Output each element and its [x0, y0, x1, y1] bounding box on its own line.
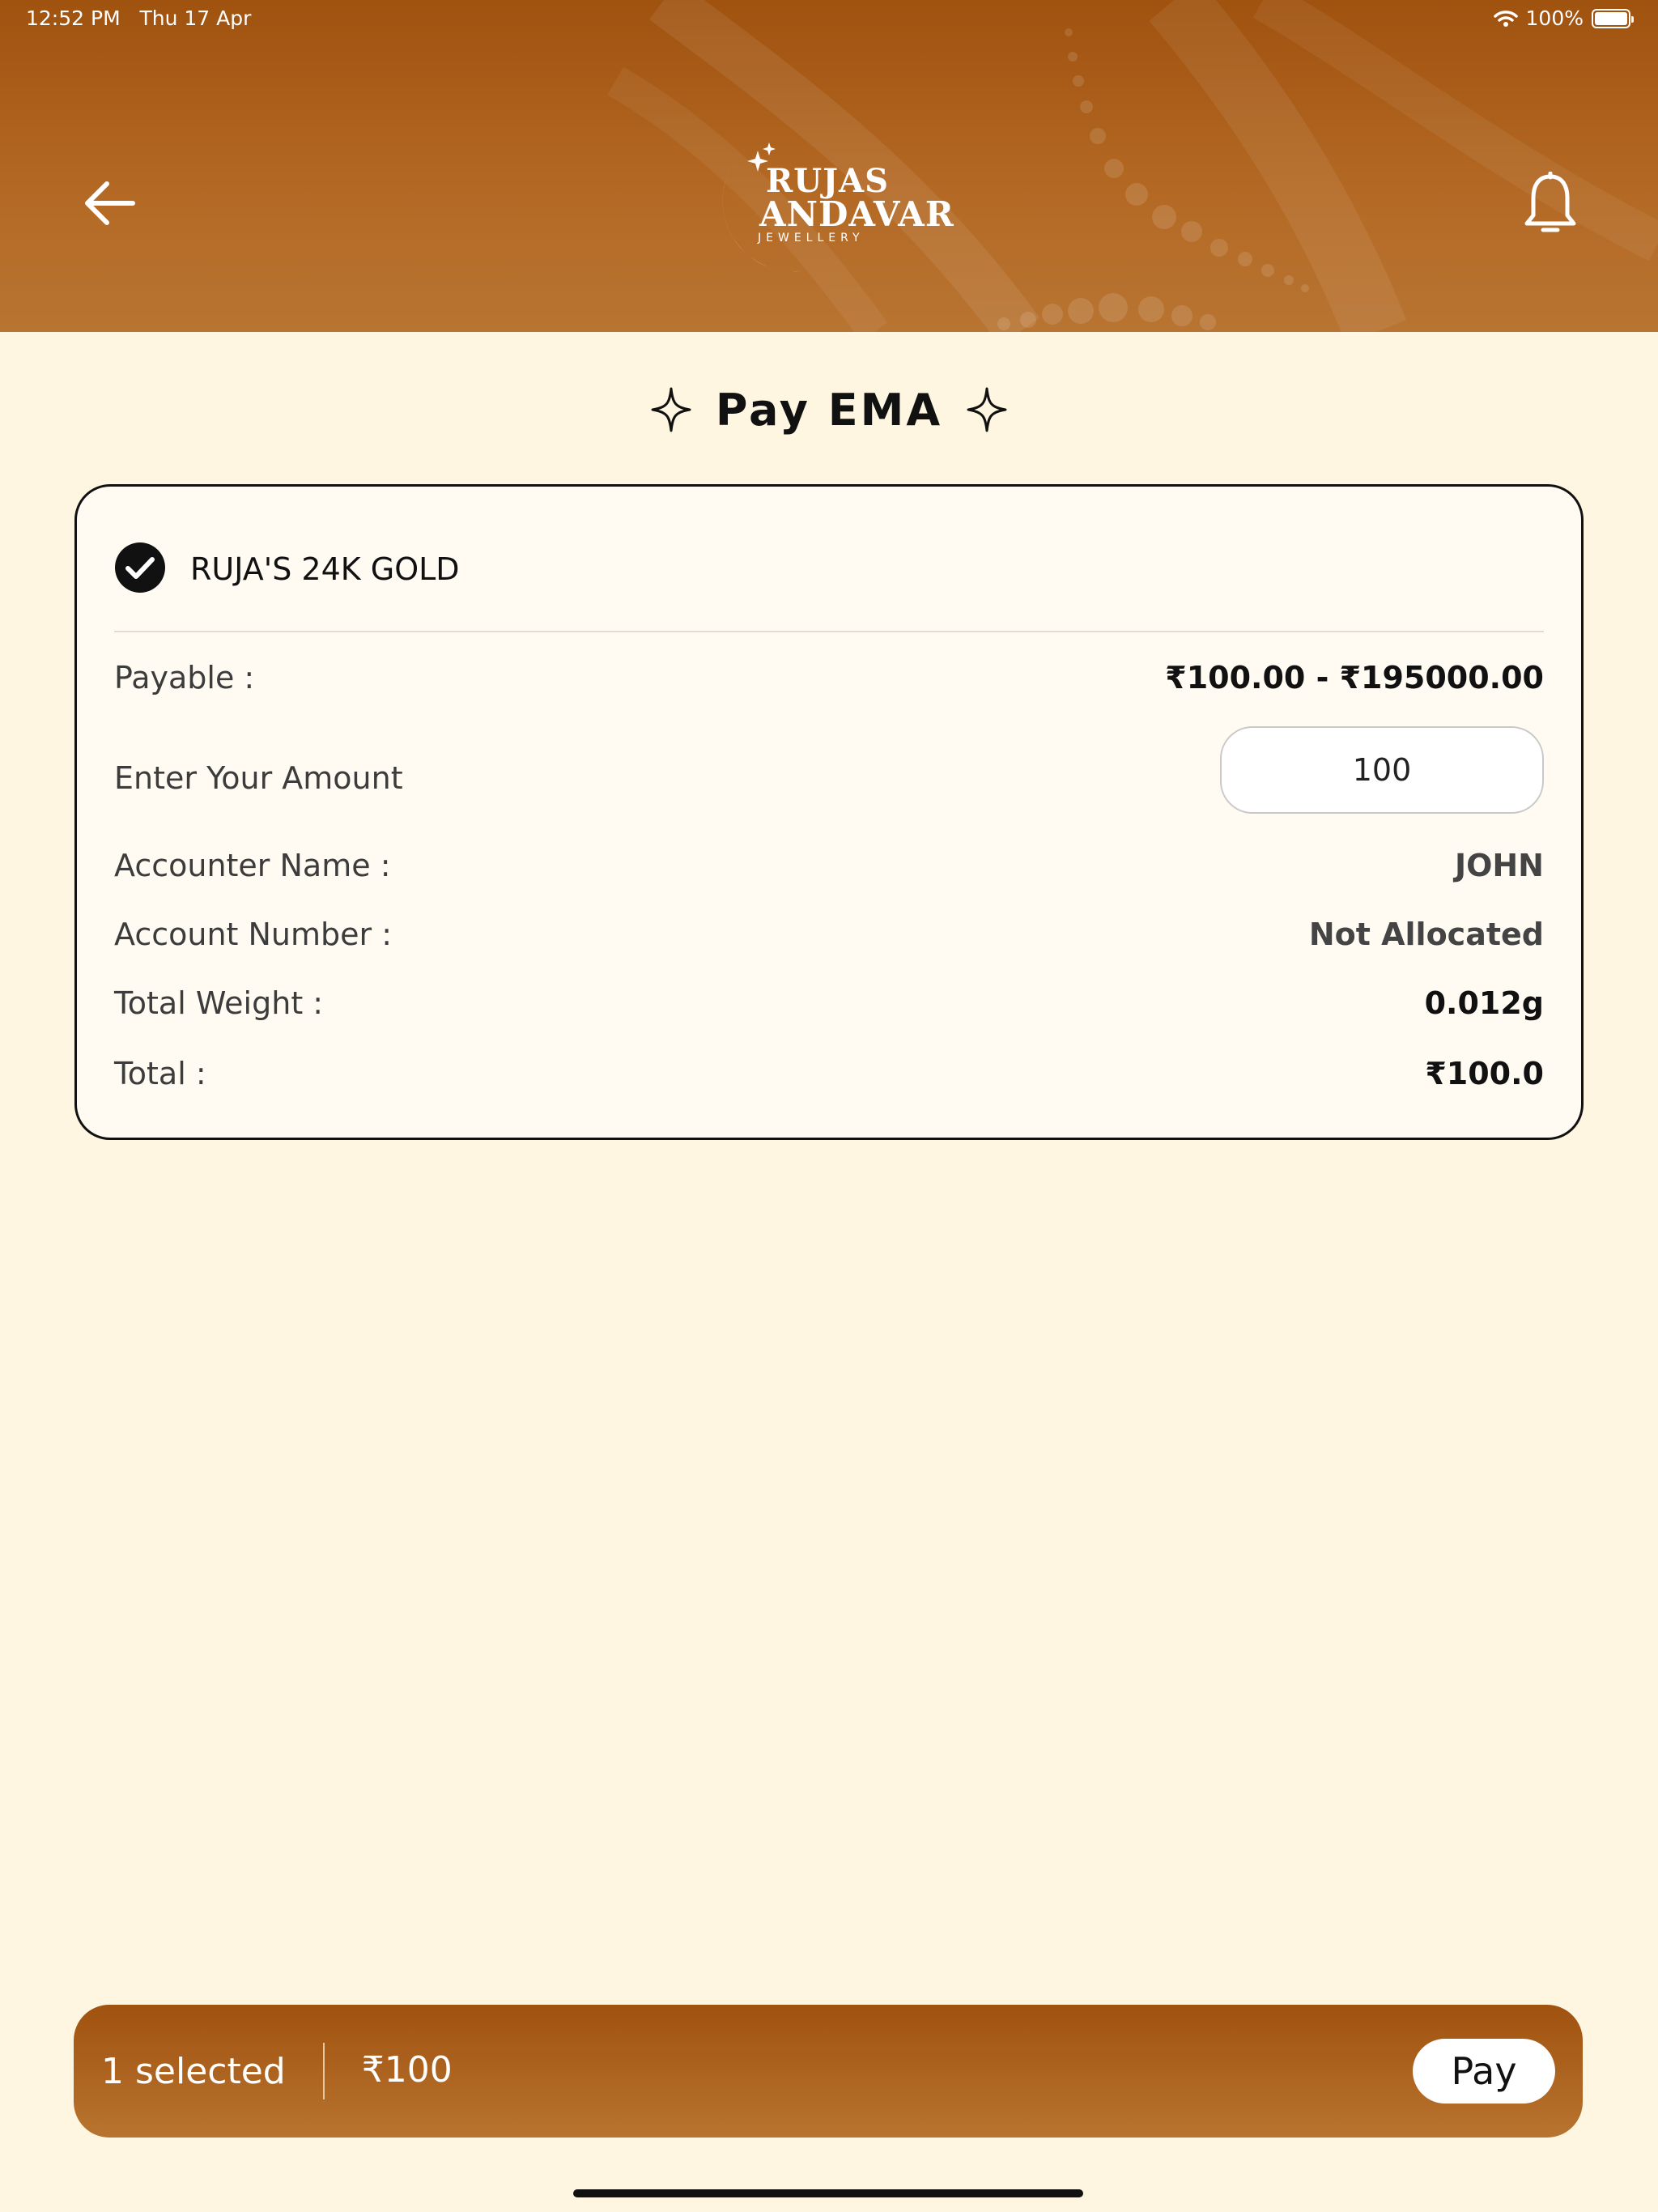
battery-percent: 100%: [1525, 6, 1584, 30]
status-time-text: 12:52 PM: [26, 6, 121, 30]
status-date-text: Thu 17 Apr: [139, 6, 252, 30]
sparkle-icon: [967, 387, 1007, 432]
brand-logo: RUJAS ANDAVAR JEWELLERY: [704, 128, 963, 274]
divider: [322, 2043, 325, 2099]
total-row: Total : ₹100.0: [114, 1056, 1544, 1091]
weight-value: 0.012g: [1424, 985, 1544, 1021]
selected-amount: ₹100: [361, 2048, 453, 2091]
plan-name: RUJA'S 24K GOLD: [190, 551, 460, 587]
pay-button[interactable]: Pay: [1413, 2039, 1555, 2104]
logo-line2: ANDAVAR: [759, 194, 954, 234]
plan-card-header[interactable]: RUJA'S 24K GOLD: [114, 542, 1544, 632]
accounter-label: Accounter Name :: [114, 848, 391, 883]
payable-row: Payable : ₹100.00 - ₹195000.00: [114, 660, 1544, 696]
page-title: Pay EMA: [715, 384, 943, 436]
pay-ema-screen: 12:52 PM Thu 17 Apr 100% RUJAS ANDAVAR J…: [0, 0, 1658, 2212]
checkbox-checked-icon[interactable]: [114, 542, 166, 593]
page-title-row: Pay EMA: [0, 377, 1658, 442]
payable-value: ₹100.00 - ₹195000.00: [1165, 660, 1544, 696]
bell-icon: [1524, 172, 1576, 232]
weight-label: Total Weight :: [114, 985, 324, 1021]
total-value: ₹100.0: [1425, 1056, 1544, 1091]
plan-card: RUJA'S 24K GOLD Payable : ₹100.00 - ₹195…: [74, 484, 1584, 1140]
amount-input[interactable]: [1220, 726, 1544, 814]
pay-bar: 1 selected ₹100 Pay: [74, 2005, 1583, 2138]
header: 12:52 PM Thu 17 Apr 100% RUJAS ANDAVAR J…: [0, 0, 1658, 332]
logo-line3: JEWELLERY: [758, 232, 865, 245]
arrow-left-icon: [85, 181, 135, 225]
accounter-row: Accounter Name : JOHN: [114, 848, 1544, 883]
account-number-label: Account Number :: [114, 917, 393, 952]
total-label: Total :: [114, 1056, 206, 1091]
accounter-value: JOHN: [1454, 848, 1544, 883]
status-indicators: 100%: [1493, 6, 1634, 30]
home-indicator[interactable]: [573, 2189, 1083, 2197]
notification-button[interactable]: [1520, 168, 1580, 240]
status-time: 12:52 PM Thu 17 Apr: [26, 6, 251, 30]
account-number-value: Not Allocated: [1308, 917, 1544, 952]
sparkle-icon: [651, 387, 691, 432]
back-button[interactable]: [81, 174, 139, 232]
amount-row: Enter Your Amount: [114, 726, 1544, 814]
payable-label: Payable :: [114, 660, 255, 696]
weight-row: Total Weight : 0.012g: [114, 985, 1544, 1021]
amount-label: Enter Your Amount: [114, 760, 403, 796]
account-number-row: Account Number : Not Allocated: [114, 917, 1544, 952]
selected-count: 1 selected: [101, 2050, 286, 2092]
wifi-icon: [1493, 10, 1518, 27]
battery-icon: [1592, 8, 1634, 28]
